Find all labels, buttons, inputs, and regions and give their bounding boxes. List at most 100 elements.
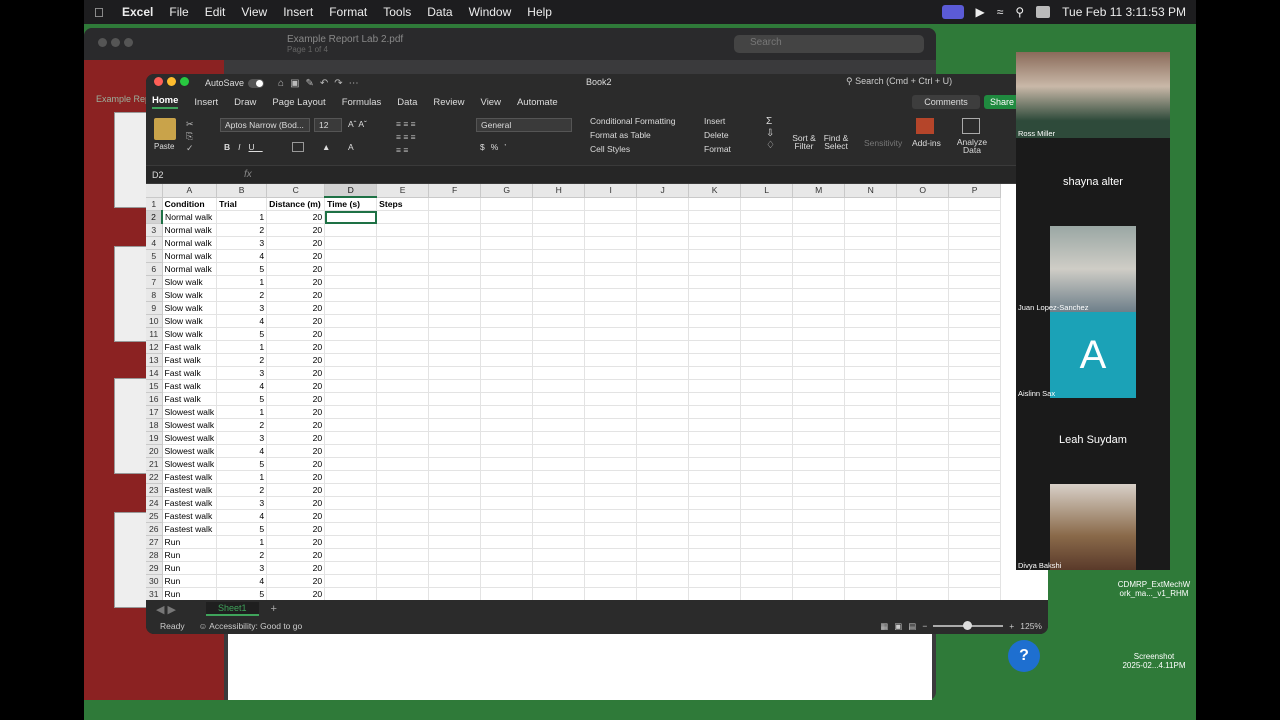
- cell-k12[interactable]: [688, 340, 742, 354]
- cell-j4[interactable]: [636, 236, 690, 250]
- cell-c9[interactable]: 20: [266, 301, 326, 315]
- cell-f10[interactable]: [428, 314, 482, 328]
- cell-e11[interactable]: [376, 327, 430, 341]
- cell-j5[interactable]: [636, 249, 690, 263]
- cell-m15[interactable]: [792, 379, 846, 393]
- autosave-toggle[interactable]: [248, 78, 265, 88]
- cell-l20[interactable]: [740, 444, 794, 458]
- cell-e15[interactable]: [376, 379, 430, 393]
- cell-b11[interactable]: 5: [216, 327, 268, 341]
- cell-c12[interactable]: 20: [266, 340, 326, 354]
- menu-edit[interactable]: Edit: [205, 5, 226, 19]
- row-header[interactable]: 19: [146, 431, 163, 445]
- cell-n8[interactable]: [844, 288, 898, 302]
- row-header[interactable]: 17: [146, 405, 163, 419]
- cell-c5[interactable]: 20: [266, 249, 326, 263]
- cell-e16[interactable]: [376, 392, 430, 406]
- cell-c15[interactable]: 20: [266, 379, 326, 393]
- cell-a1[interactable]: Condition: [162, 197, 218, 211]
- cell-b1[interactable]: Trial: [216, 197, 268, 211]
- cell-n5[interactable]: [844, 249, 898, 263]
- cell-d12[interactable]: [324, 340, 378, 354]
- cell-b29[interactable]: 3: [216, 561, 268, 575]
- cell-i31[interactable]: [584, 587, 638, 600]
- wifi-icon[interactable]: ≈: [997, 5, 1004, 19]
- cell-f19[interactable]: [428, 431, 482, 445]
- cell-b16[interactable]: 5: [216, 392, 268, 406]
- cell-f16[interactable]: [428, 392, 482, 406]
- cell-c21[interactable]: 20: [266, 457, 326, 471]
- cell-o4[interactable]: [896, 236, 950, 250]
- cell-p10[interactable]: [948, 314, 1002, 328]
- cell[interactable]: [636, 197, 690, 211]
- column-header-m[interactable]: M: [792, 184, 846, 198]
- row-header[interactable]: 20: [146, 444, 163, 458]
- cell-e25[interactable]: [376, 509, 430, 523]
- cell-j29[interactable]: [636, 561, 690, 575]
- close-icon[interactable]: [154, 77, 163, 86]
- cell-b5[interactable]: 4: [216, 249, 268, 263]
- number-format-select[interactable]: General: [476, 118, 572, 132]
- cell-m29[interactable]: [792, 561, 846, 575]
- cell-b12[interactable]: 1: [216, 340, 268, 354]
- cell-e12[interactable]: [376, 340, 430, 354]
- cell-k15[interactable]: [688, 379, 742, 393]
- fx-icon[interactable]: fx: [244, 169, 252, 180]
- cell-d26[interactable]: [324, 522, 378, 536]
- cell-d8[interactable]: [324, 288, 378, 302]
- delete-cells-button[interactable]: Delete: [704, 130, 729, 140]
- cell-a13[interactable]: Fast walk: [162, 353, 218, 367]
- cell-m27[interactable]: [792, 535, 846, 549]
- row-header[interactable]: 12: [146, 340, 163, 354]
- cell-d10[interactable]: [324, 314, 378, 328]
- page-break-view-icon[interactable]: ▤: [908, 621, 916, 632]
- column-header-j[interactable]: J: [636, 184, 690, 198]
- cell-c28[interactable]: 20: [266, 548, 326, 562]
- cell-g14[interactable]: [480, 366, 534, 380]
- cell-c19[interactable]: 20: [266, 431, 326, 445]
- zoom-slider-knob[interactable]: [963, 621, 973, 630]
- cell-e30[interactable]: [376, 574, 430, 588]
- tab-formulas[interactable]: Formulas: [342, 97, 382, 108]
- participant-tile[interactable]: shayna alter: [1016, 140, 1170, 226]
- accessibility-status[interactable]: ☺ Accessibility: Good to go: [199, 621, 303, 631]
- cell-n18[interactable]: [844, 418, 898, 432]
- cell-o5[interactable]: [896, 249, 950, 263]
- menu-data[interactable]: Data: [427, 5, 452, 19]
- cell-l11[interactable]: [740, 327, 794, 341]
- cell-h29[interactable]: [532, 561, 586, 575]
- cell-i6[interactable]: [584, 262, 638, 276]
- cell-k31[interactable]: [688, 587, 742, 600]
- cell-h30[interactable]: [532, 574, 586, 588]
- cell-e22[interactable]: [376, 470, 430, 484]
- cell-m2[interactable]: [792, 210, 846, 224]
- cell-h26[interactable]: [532, 522, 586, 536]
- cell-l4[interactable]: [740, 236, 794, 250]
- cell-j26[interactable]: [636, 522, 690, 536]
- cell-m19[interactable]: [792, 431, 846, 445]
- cell-n10[interactable]: [844, 314, 898, 328]
- cell-i22[interactable]: [584, 470, 638, 484]
- cell-a29[interactable]: Run: [162, 561, 218, 575]
- cell-b9[interactable]: 3: [216, 301, 268, 315]
- cell-o12[interactable]: [896, 340, 950, 354]
- row-header[interactable]: 3: [146, 223, 163, 237]
- cell-p13[interactable]: [948, 353, 1002, 367]
- cell-n26[interactable]: [844, 522, 898, 536]
- zoom-slider[interactable]: [933, 621, 1004, 630]
- cell-j2[interactable]: [636, 210, 690, 224]
- cell-e17[interactable]: [376, 405, 430, 419]
- cell-i8[interactable]: [584, 288, 638, 302]
- format-cells-button[interactable]: Format: [704, 144, 731, 154]
- cell-m25[interactable]: [792, 509, 846, 523]
- cell-g26[interactable]: [480, 522, 534, 536]
- cell-d27[interactable]: [324, 535, 378, 549]
- cell-j20[interactable]: [636, 444, 690, 458]
- cell-h16[interactable]: [532, 392, 586, 406]
- cell-h4[interactable]: [532, 236, 586, 250]
- cell-a24[interactable]: Fastest walk: [162, 496, 218, 510]
- cell-p12[interactable]: [948, 340, 1002, 354]
- row-header[interactable]: 26: [146, 522, 163, 536]
- row-header[interactable]: 11: [146, 327, 163, 341]
- cell-f18[interactable]: [428, 418, 482, 432]
